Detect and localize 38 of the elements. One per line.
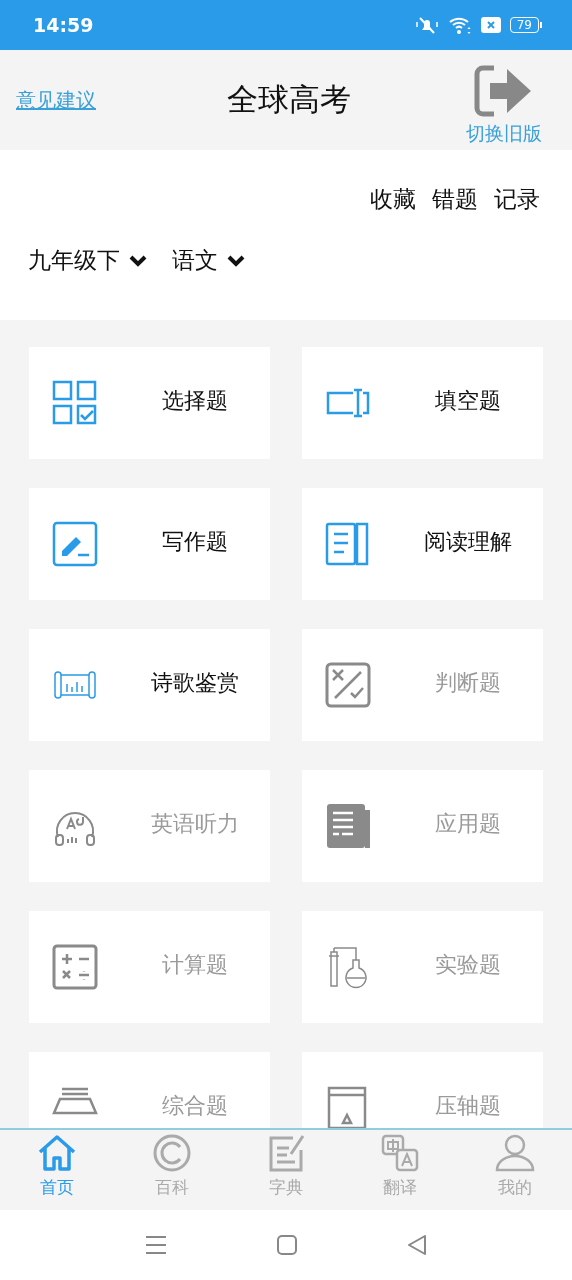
filter-dropdown[interactable]: 语文 (172, 245, 246, 276)
category-card[interactable]: 填空题 (302, 347, 543, 459)
back-icon[interactable] (407, 1234, 427, 1256)
feedback-link[interactable]: 意见建议 (16, 86, 96, 114)
edit-icon (52, 521, 98, 567)
home-square-icon[interactable] (277, 1235, 297, 1255)
checkbox-grid-icon (52, 380, 98, 426)
nav-tab[interactable]: 我的 (479, 1134, 550, 1210)
quick-link[interactable]: 错题 (432, 184, 478, 215)
filter-dropdown[interactable]: 九年级下 (28, 245, 148, 276)
category-card[interactable]: 选择题 (29, 347, 270, 459)
mute-bell-icon (414, 15, 439, 35)
battery-icon: 79 (509, 17, 542, 33)
document-icon (325, 803, 371, 849)
calculator-icon (52, 944, 98, 990)
status-time: 14:59 (33, 14, 95, 36)
category-card[interactable]: 诗歌鉴赏 (29, 629, 270, 741)
nav-tab[interactable]: 字典 (250, 1134, 321, 1210)
quick-link[interactable]: 记录 (494, 184, 540, 215)
chevron-down-icon (128, 253, 148, 268)
category-card[interactable]: 阅读理解 (302, 488, 543, 600)
category-card[interactable]: 写作题 (29, 488, 270, 600)
chevron-down-icon (226, 253, 246, 268)
cross-check-icon (325, 662, 371, 708)
sim-off-icon (480, 16, 501, 34)
menu-icon[interactable] (145, 1235, 167, 1255)
nav-tab[interactable]: 首页 (22, 1134, 93, 1210)
wifi-icon (447, 15, 472, 35)
home-icon (37, 1134, 78, 1172)
switch-version-button[interactable]: 切换旧版 (466, 65, 542, 147)
quick-link[interactable]: 收藏 (370, 184, 416, 215)
copyright-icon (152, 1134, 191, 1172)
nav-tab[interactable]: 百科 (136, 1134, 207, 1210)
translate-icon (381, 1134, 420, 1172)
user-icon (494, 1134, 535, 1172)
app-title: 全球高考 (227, 80, 351, 119)
book-icon (325, 521, 371, 567)
nav-tab[interactable]: 翻译 (365, 1134, 436, 1210)
